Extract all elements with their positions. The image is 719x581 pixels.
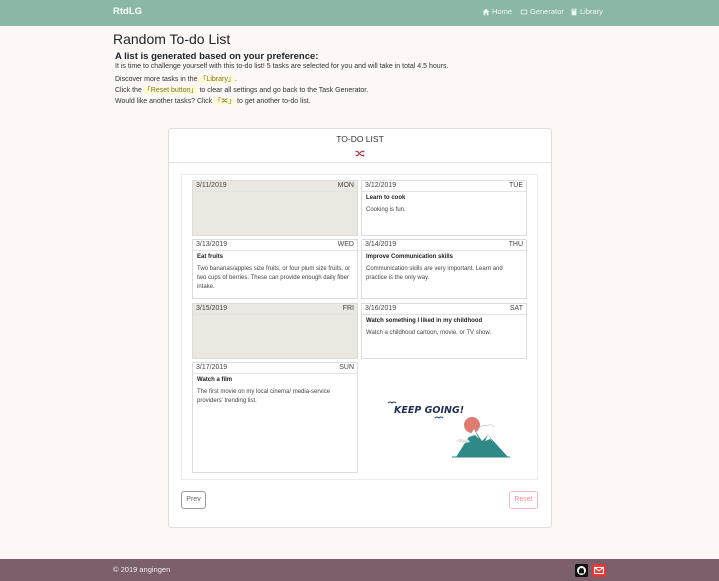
shuffle-hint: 「」: [214, 98, 236, 105]
reset-button[interactable]: Reset: [509, 491, 538, 509]
nav-home-label: Home: [492, 7, 513, 16]
day-header: 3/11/2019 MON: [193, 181, 357, 192]
day-header: 3/17/2019 SUN: [193, 363, 357, 374]
day-date: 3/17/2019: [196, 364, 228, 371]
intro-line-1: It is time to challenge yourself with th…: [115, 63, 449, 70]
day-cell-sat: 3/16/2019 SAT Watch something I liked in…: [361, 303, 527, 359]
reset-hint: 「Reset button」: [143, 87, 198, 94]
task-description: Communication skills are very important.…: [366, 266, 503, 281]
github-icon[interactable]: [575, 564, 588, 577]
generator-icon: [520, 9, 528, 14]
nav-library[interactable]: Library: [570, 7, 603, 16]
prev-button[interactable]: Prev: [181, 491, 206, 509]
day-cell-sun: 3/17/2019 SUN Watch a film The first mov…: [192, 362, 358, 473]
nav-library-label: Library: [580, 7, 603, 16]
task-title: Watch a film: [197, 377, 233, 383]
todo-card-header: TO-DO LIST: [169, 129, 551, 163]
task-description: Watch a childhood cartoon, movie, or TV …: [366, 330, 492, 336]
intro-line-3-post: to clear all settings and go back to the…: [197, 87, 369, 94]
intro-line-4-pre: Would like another tasks? Click: [115, 98, 215, 105]
day-weekday: WED: [337, 241, 354, 248]
mail-icon[interactable]: [592, 564, 606, 577]
keep-going-text: KEEP GOING!: [394, 405, 464, 416]
page-title: Random To-do List: [113, 31, 231, 47]
intro-line-2-pre: Discover more tasks in the: [115, 76, 200, 83]
nav-home[interactable]: Home: [482, 7, 512, 16]
navbar: RtdLG Home Generator Library: [0, 0, 719, 26]
day-weekday: SAT: [509, 305, 523, 312]
day-header: 3/12/2019 TUE: [362, 181, 526, 192]
day-cell-wed: 3/13/2019 WED Eat fruits Two bananas/app…: [192, 239, 358, 299]
shuffle-hint-open: 「: [214, 98, 222, 105]
day-weekday: MON: [337, 182, 354, 189]
day-header: 3/14/2019 THU: [362, 240, 526, 251]
nav-generator-label: Generator: [530, 7, 564, 16]
shuffle-icon[interactable]: [355, 149, 365, 158]
day-date: 3/11/2019: [196, 182, 227, 189]
task-description: Two bananas/apples size fruits, or four …: [197, 266, 351, 290]
task-title: Watch something I liked in my childhood: [366, 318, 483, 324]
day-weekday: TUE: [509, 182, 523, 189]
todo-title: TO-DO LIST: [336, 134, 384, 144]
intro-line-4-post: to get another to-do list.: [235, 98, 311, 105]
day-cell-thu: 3/14/2019 THU Improve Communication skil…: [361, 239, 527, 299]
intro-line-3-pre: Click the: [115, 87, 144, 94]
copyright: © 2019 angingen: [113, 565, 171, 574]
day-weekday: THU: [508, 241, 523, 248]
day-cell-fri: 3/15/2019 FRI: [192, 303, 358, 359]
home-icon: [482, 8, 490, 15]
keep-going-illustration: KEEP GOING!: [387, 401, 510, 458]
nav-generator[interactable]: Generator: [520, 7, 564, 16]
day-cell-mon: 3/11/2019 MON: [192, 180, 358, 236]
intro-line-2: Discover more tasks in the 「Library」.: [115, 74, 237, 84]
book-icon: [571, 8, 577, 15]
task-title: Improve Communication skills: [366, 254, 454, 260]
task-description: Cooking is fun.: [366, 207, 406, 213]
brand-logo[interactable]: RtdLG: [113, 6, 142, 17]
task-title: Eat fruits: [197, 254, 224, 260]
day-weekday: FRI: [342, 305, 354, 312]
day-header: 3/15/2019 FRI: [193, 304, 357, 315]
day-date: 3/16/2019: [365, 305, 397, 312]
library-link[interactable]: 「Library」: [199, 76, 235, 83]
day-weekday: SUN: [339, 364, 354, 371]
day-date: 3/13/2019: [196, 241, 228, 248]
day-date: 3/14/2019: [365, 241, 397, 248]
intro-line-4: Would like another tasks? Click 「」 to ge…: [115, 96, 311, 106]
task-description: The first movie on my local cinema/ medi…: [197, 389, 331, 404]
intro-line-2-post: .: [234, 76, 237, 83]
intro-line-3: Click the 「Reset button」 to clear all se…: [115, 85, 368, 95]
day-date: 3/12/2019: [365, 182, 397, 189]
day-date: 3/15/2019: [196, 305, 228, 312]
footer: © 2019 angingen: [0, 559, 719, 581]
day-cell-tue: 3/12/2019 TUE Learn to cook Cooking is f…: [361, 180, 527, 236]
day-header: 3/16/2019 SAT: [362, 304, 526, 315]
task-title: Learn to cook: [366, 195, 406, 201]
day-header: 3/13/2019 WED: [193, 240, 357, 251]
intro-heading: A list is generated based on your prefer…: [115, 51, 319, 62]
